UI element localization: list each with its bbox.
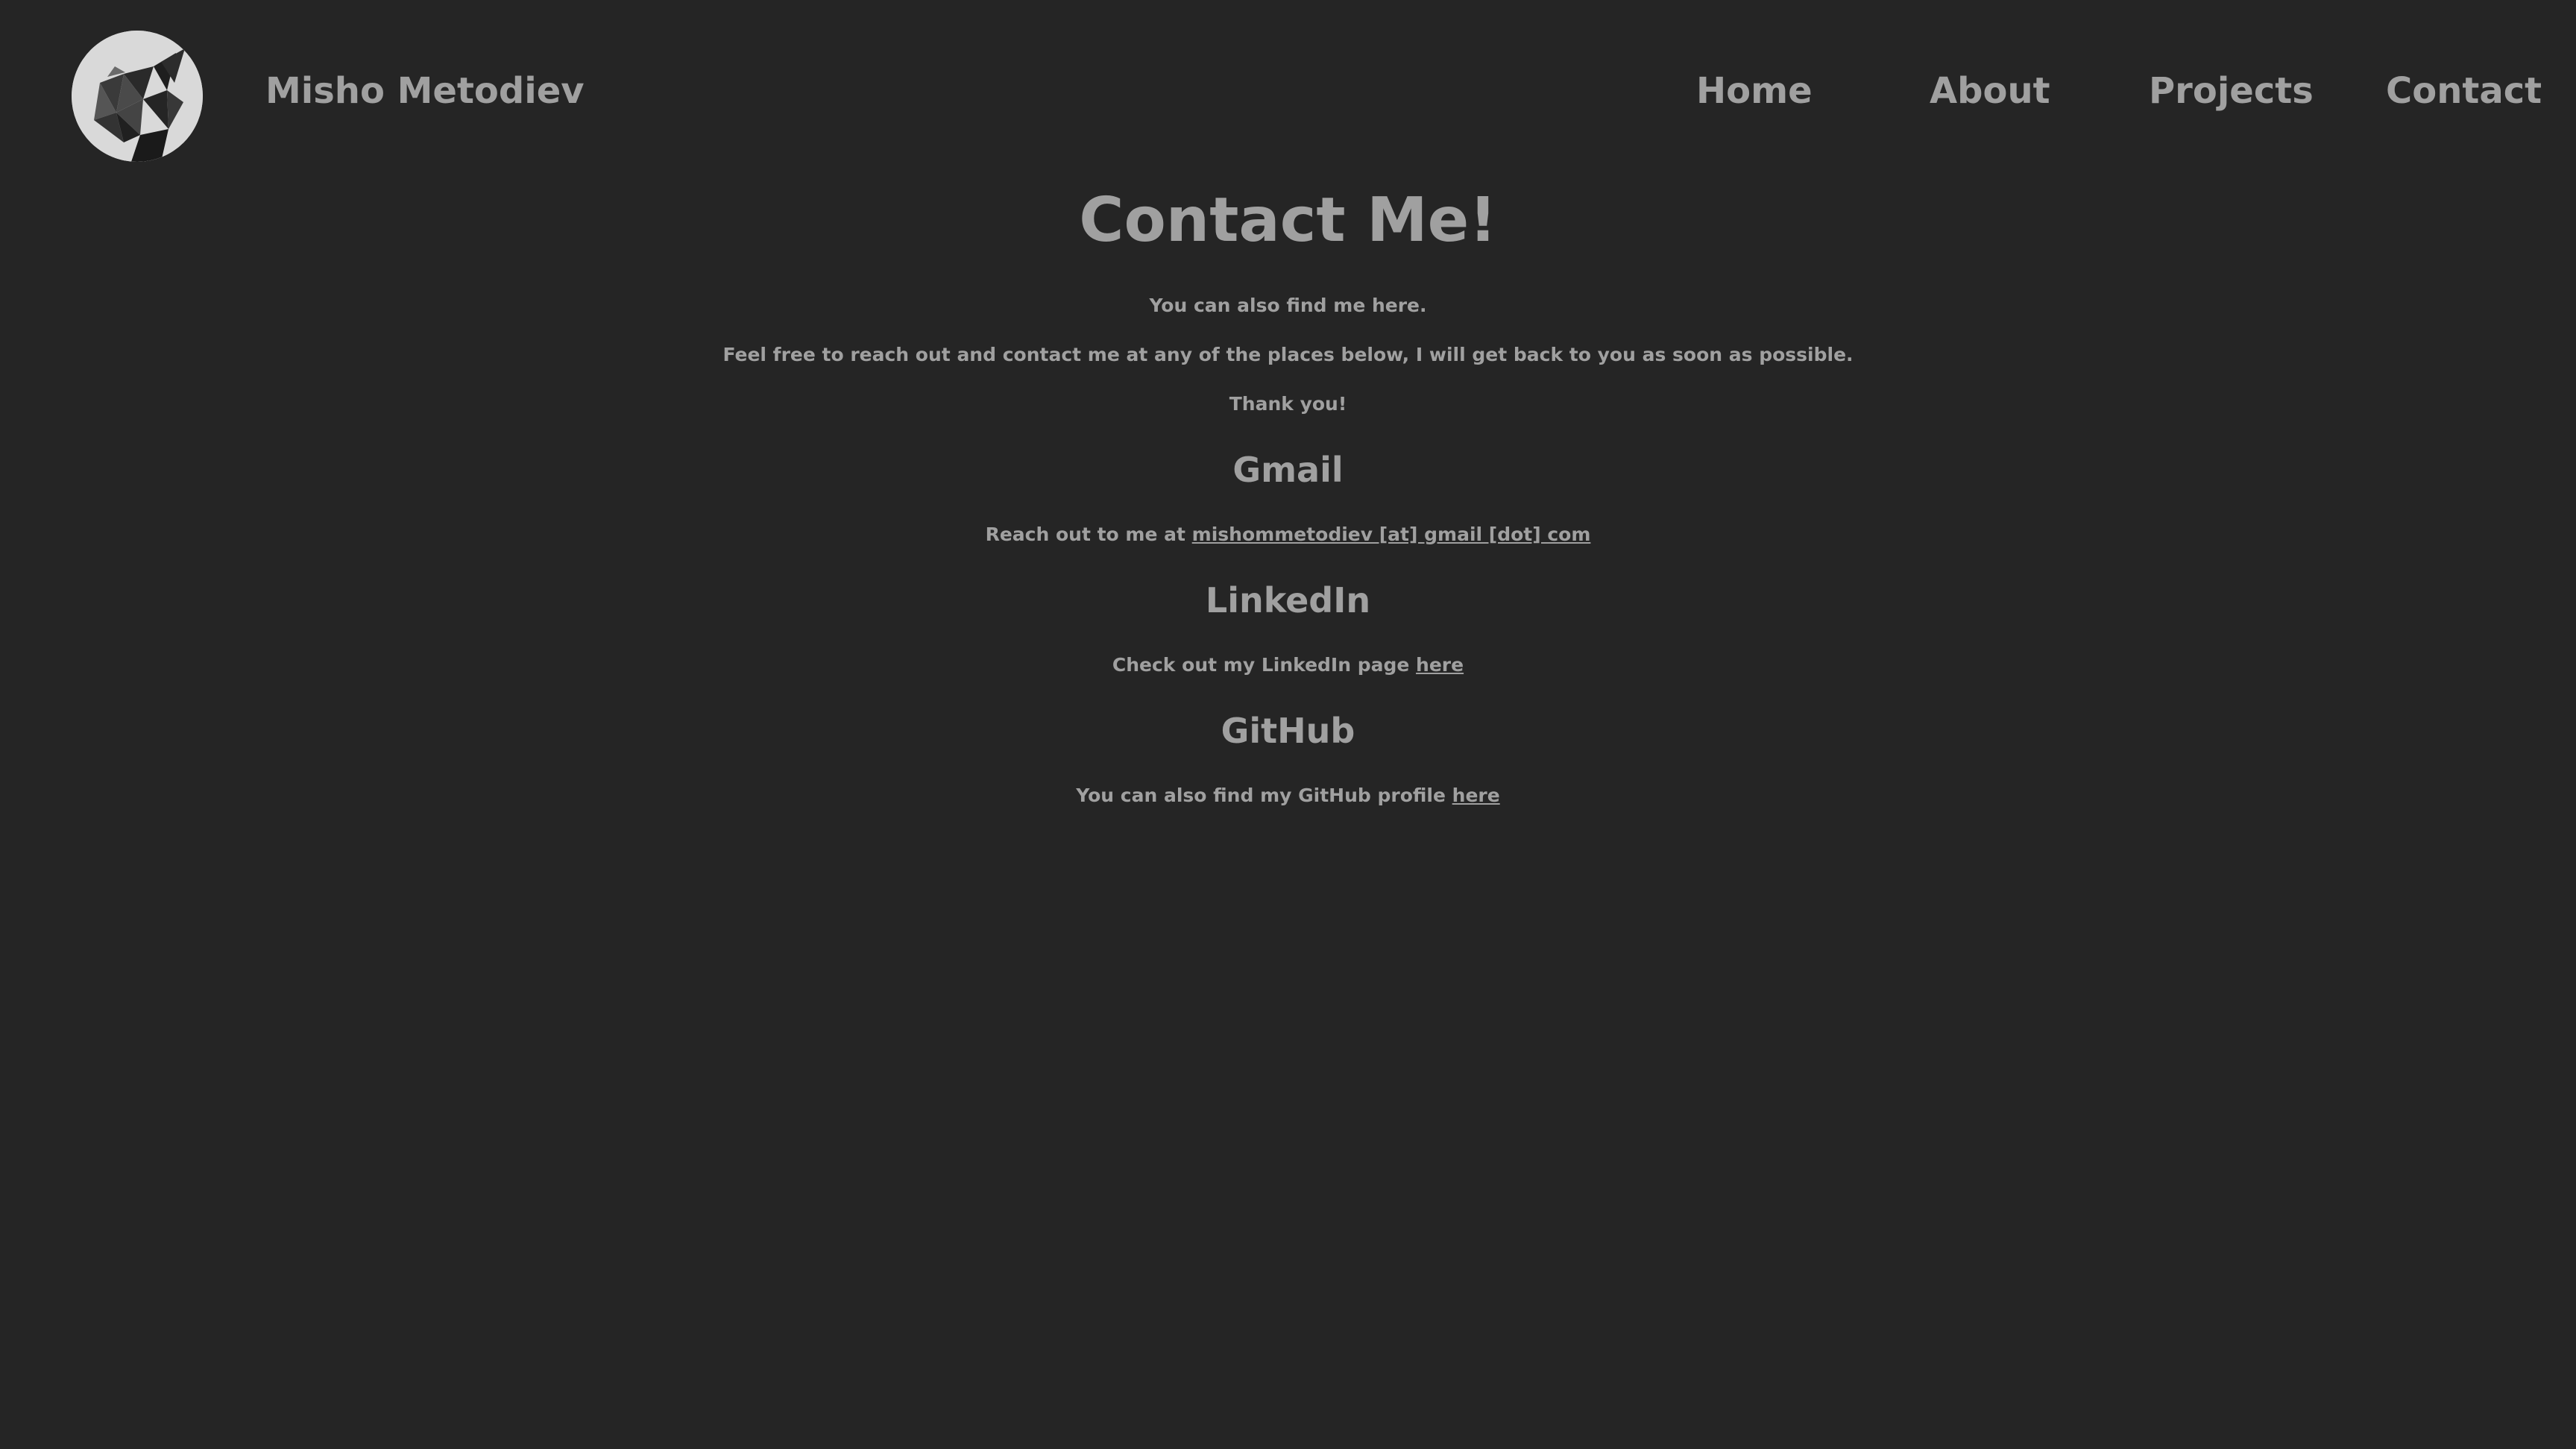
- gmail-heading: Gmail: [1232, 450, 1344, 490]
- avatar[interactable]: [72, 31, 203, 162]
- gmail-paragraph: Reach out to me at mishommetodiev [at] g…: [0, 525, 2576, 544]
- github-heading: GitHub: [1221, 711, 1355, 751]
- nav-home[interactable]: Home: [1696, 73, 1813, 109]
- gmail-link[interactable]: mishommetodiev [at] gmail [dot] com: [1192, 524, 1591, 545]
- low-poly-cat-logo-icon: [72, 31, 203, 162]
- linkedin-link[interactable]: here: [1416, 654, 1464, 676]
- linkedin-paragraph: Check out my LinkedIn page here: [0, 656, 2576, 674]
- intro-text: You can also find me here.: [1149, 295, 1427, 316]
- linkedin-text: Check out my LinkedIn page: [1112, 654, 1417, 676]
- site-name[interactable]: Misho Metodiev: [265, 73, 585, 109]
- thanks-text: Thank you!: [1229, 393, 1347, 415]
- site-header: Misho Metodiev Home About Projects Conta…: [0, 0, 2576, 194]
- github-link[interactable]: here: [1452, 785, 1500, 806]
- description-text: Feel free to reach out and contact me at…: [722, 344, 1854, 365]
- github-text: You can also find my GitHub profile: [1076, 785, 1452, 806]
- nav-projects[interactable]: Projects: [2149, 73, 2314, 109]
- gmail-text: Reach out to me at: [985, 524, 1192, 545]
- nav-about[interactable]: About: [1930, 73, 2050, 109]
- nav-contact[interactable]: Contact: [2386, 73, 2542, 109]
- github-paragraph: You can also find my GitHub profile here: [0, 786, 2576, 805]
- linkedin-heading: LinkedIn: [1205, 580, 1371, 620]
- page-title: Contact Me!: [1079, 185, 1497, 256]
